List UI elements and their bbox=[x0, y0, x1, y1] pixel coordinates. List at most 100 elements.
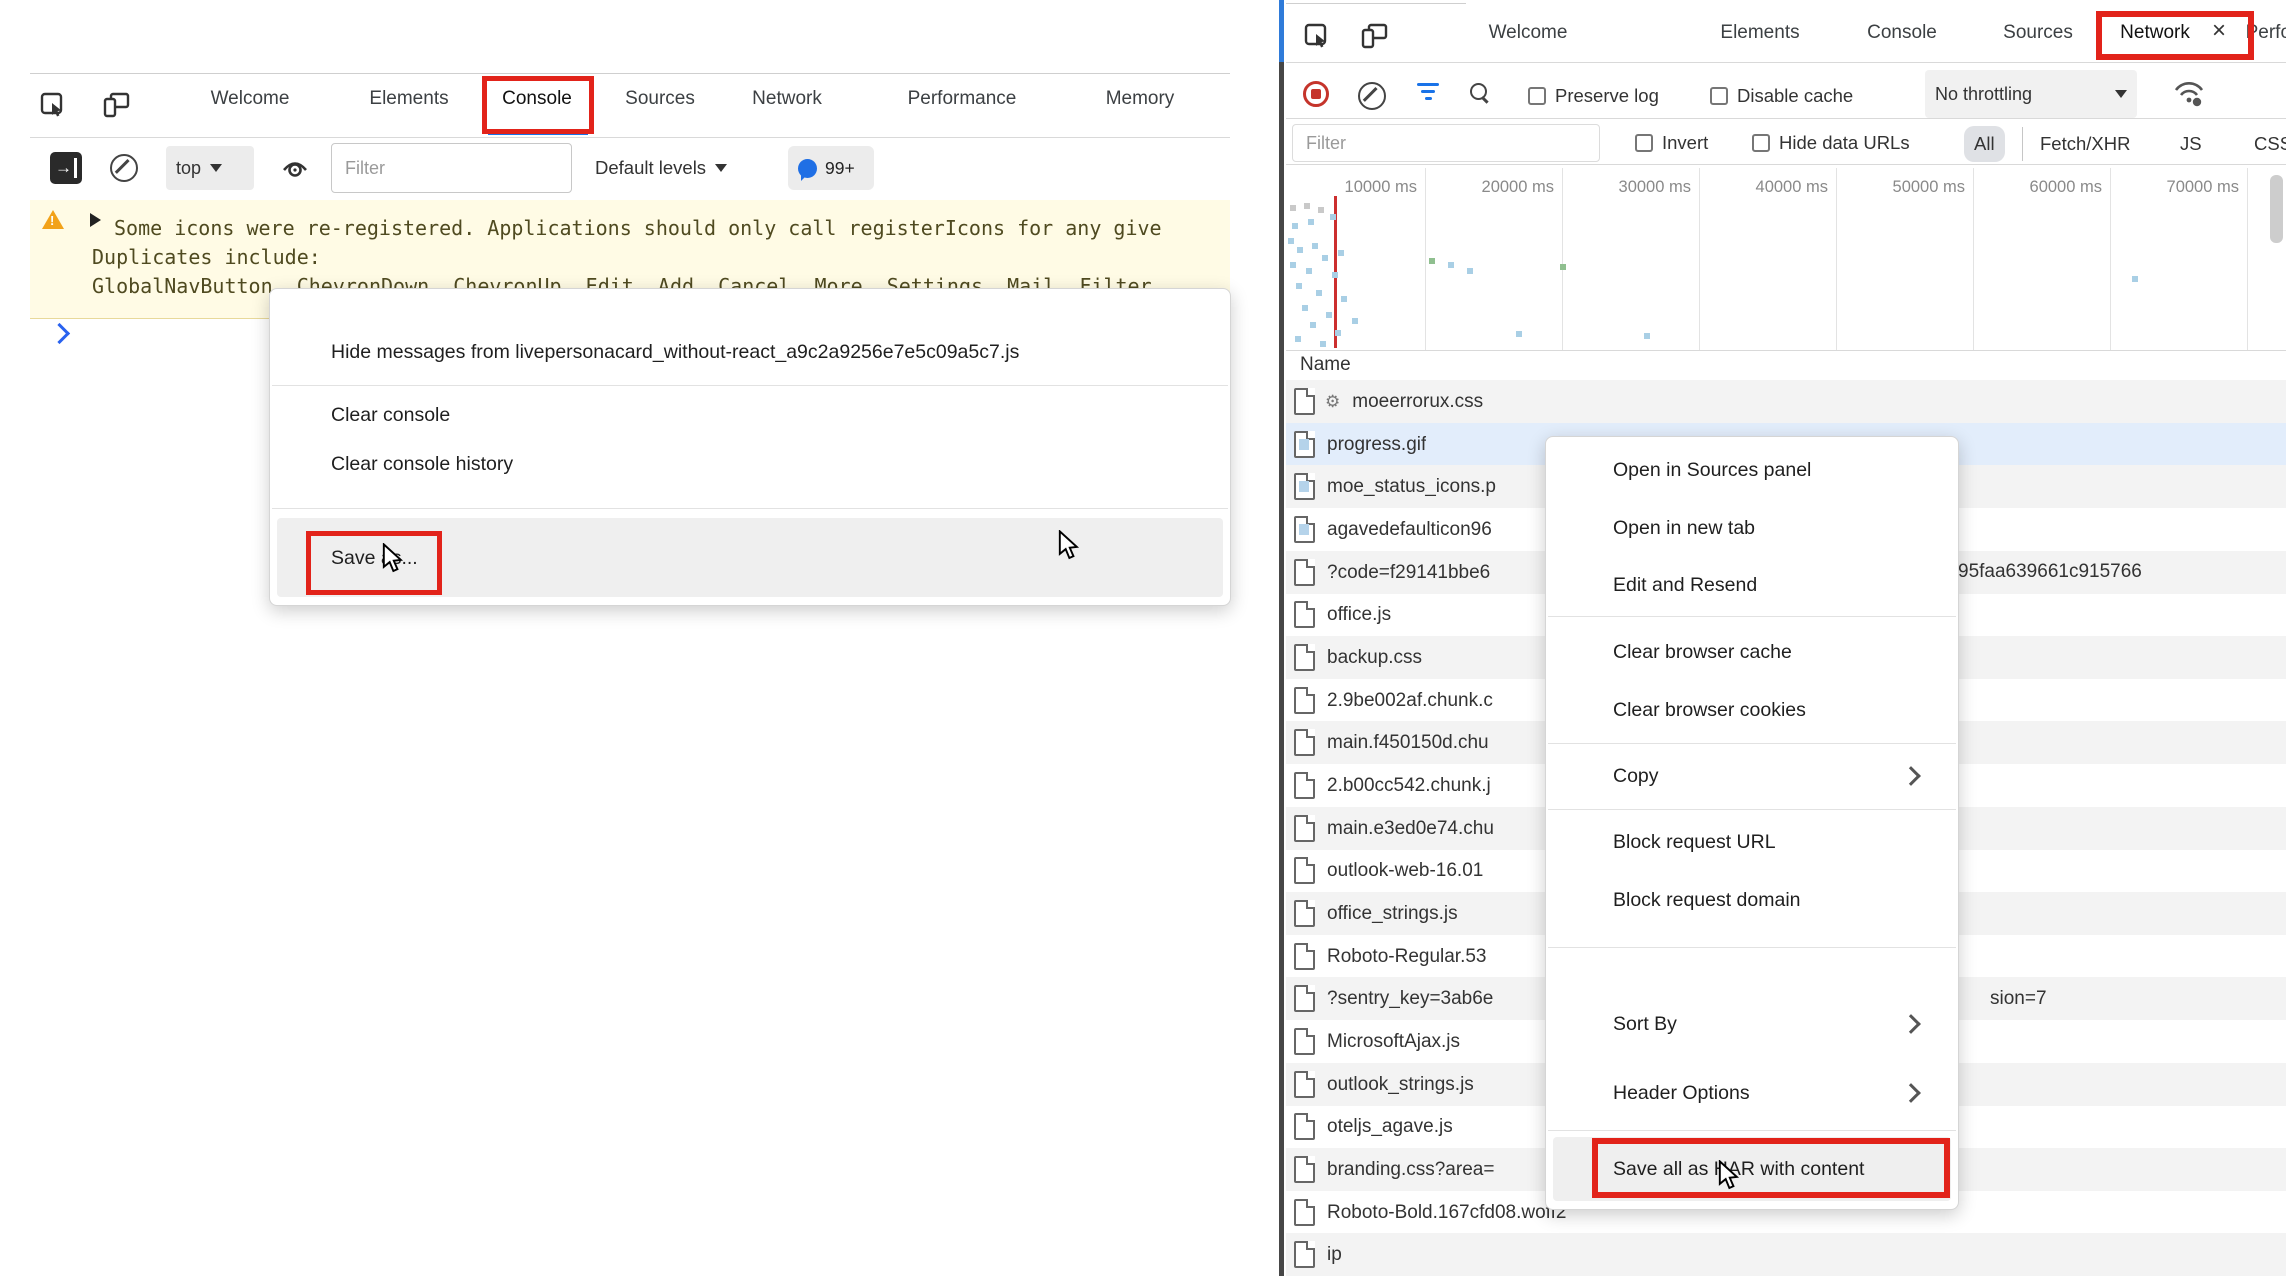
throttling-dropdown[interactable]: No throttling bbox=[1925, 70, 2137, 118]
inspect-icon[interactable] bbox=[38, 91, 68, 119]
menu-item-clear-browser-cache[interactable]: Clear browser cache bbox=[1546, 629, 1958, 675]
file-icon bbox=[1294, 601, 1315, 628]
issues-bubble-icon bbox=[798, 159, 817, 178]
expand-arrow-icon[interactable] bbox=[90, 213, 101, 227]
tab-performance[interactable]: Performance bbox=[908, 88, 1017, 110]
invert-label: Invert bbox=[1662, 132, 1708, 154]
checkbox-icon[interactable] bbox=[1635, 134, 1653, 152]
default-levels-label: Default levels bbox=[595, 157, 706, 179]
filter-type-all[interactable]: All bbox=[1964, 126, 2005, 162]
tick-label: 20000 ms bbox=[1414, 178, 1554, 197]
right-tabbar-border bbox=[1286, 62, 2286, 63]
tab-network[interactable]: Network bbox=[752, 88, 822, 110]
file-icon bbox=[1294, 985, 1315, 1012]
menu-separator bbox=[1548, 809, 1956, 810]
menu-item-edit-and-resend[interactable]: Edit and Resend bbox=[1546, 562, 1958, 608]
preserve-log-checkbox[interactable]: Preserve log bbox=[1528, 85, 1659, 107]
menu-item-clear-console[interactable]: Clear console bbox=[270, 392, 1230, 438]
tab-welcome[interactable]: Welcome bbox=[1489, 22, 1568, 44]
clear-icon[interactable] bbox=[1358, 82, 1386, 110]
request-name: ?code=f29141bbe6 bbox=[1327, 562, 1490, 584]
throttling-label: No throttling bbox=[1935, 84, 2032, 105]
menu-separator bbox=[272, 508, 1228, 509]
disable-cache-checkbox[interactable]: Disable cache bbox=[1710, 85, 1853, 107]
request-name: main.e3ed0e74.chu bbox=[1327, 818, 1494, 840]
left-panel-top-border bbox=[30, 73, 1230, 74]
request-name: office_strings.js bbox=[1327, 903, 1458, 925]
filter-type-js[interactable]: JS bbox=[2180, 133, 2202, 155]
record-icon[interactable] bbox=[1303, 81, 1329, 107]
request-name: oteljs_agave.js bbox=[1327, 1116, 1453, 1138]
filter-funnel-icon[interactable] bbox=[1416, 79, 1440, 105]
file-icon bbox=[1294, 900, 1315, 927]
file-icon bbox=[1294, 1199, 1315, 1226]
invert-checkbox[interactable]: Invert bbox=[1635, 132, 1708, 154]
checkbox-icon[interactable] bbox=[1528, 87, 1546, 105]
request-name: MicrosoftAjax.js bbox=[1327, 1031, 1460, 1053]
checkbox-icon[interactable] bbox=[1710, 87, 1728, 105]
tick-label: 60000 ms bbox=[1962, 178, 2102, 197]
console-sidebar-icon[interactable]: → bbox=[50, 152, 82, 184]
device-toolbar-icon[interactable] bbox=[1358, 22, 1390, 50]
menu-item-sort-by[interactable]: Sort By bbox=[1546, 1001, 1958, 1047]
gridline bbox=[2247, 168, 2248, 350]
console-prompt-icon[interactable] bbox=[49, 323, 70, 344]
menu-item-block-request-domain[interactable]: Block request domain bbox=[1546, 877, 1958, 923]
context-selector[interactable]: top bbox=[166, 146, 254, 190]
panel-divider[interactable] bbox=[1279, 62, 1284, 1276]
filter-type-fetch-xhr[interactable]: Fetch/XHR bbox=[2040, 133, 2130, 155]
menu-item-header-options[interactable]: Header Options bbox=[1546, 1070, 1958, 1116]
table-row[interactable]: ⚙moeerrorux.css bbox=[1286, 380, 2286, 423]
tab-sources[interactable]: Sources bbox=[2003, 22, 2073, 44]
tab-memory[interactable]: Memory bbox=[1106, 88, 1175, 110]
network-conditions-wifi-icon[interactable] bbox=[2172, 78, 2206, 108]
menu-item-clear-browser-cookies[interactable]: Clear browser cookies bbox=[1546, 687, 1958, 733]
request-name: moeerrorux.css bbox=[1352, 391, 1483, 413]
file-icon bbox=[1294, 1156, 1315, 1183]
column-header-name[interactable]: Name bbox=[1300, 354, 1351, 376]
table-row[interactable]: ip bbox=[1286, 1233, 2286, 1276]
file-icon bbox=[1294, 1241, 1315, 1268]
annotation-box-save-all-har bbox=[1592, 1138, 1950, 1198]
default-levels-dropdown[interactable]: Default levels bbox=[595, 146, 727, 190]
preserve-log-label: Preserve log bbox=[1555, 85, 1659, 107]
search-icon[interactable] bbox=[1470, 83, 1490, 103]
request-name: ip bbox=[1327, 1244, 1342, 1266]
inspect-icon[interactable] bbox=[1302, 22, 1332, 50]
request-url-fragment: 95faa639661c915766 bbox=[1958, 561, 2142, 583]
menu-separator bbox=[1548, 947, 1956, 948]
file-icon bbox=[1294, 644, 1315, 671]
scrollbar-thumb[interactable] bbox=[2270, 175, 2283, 243]
menu-item-clear-console-history[interactable]: Clear console history bbox=[270, 441, 1230, 487]
annotation-box-network-tab bbox=[2096, 11, 2254, 60]
menu-item-open-in-new-tab[interactable]: Open in new tab bbox=[1546, 505, 1958, 551]
network-filter-input[interactable]: Filter bbox=[1292, 124, 1600, 162]
file-icon bbox=[1294, 388, 1315, 415]
tab-elements[interactable]: Elements bbox=[369, 88, 448, 110]
request-name: Roboto-Bold.167cfd08.woff2 bbox=[1327, 1202, 1566, 1224]
device-toolbar-icon[interactable] bbox=[100, 91, 132, 119]
clear-console-icon[interactable] bbox=[110, 154, 138, 182]
file-icon bbox=[1294, 1028, 1315, 1055]
menu-item-open-in-sources[interactable]: Open in Sources panel bbox=[1546, 447, 1958, 493]
tab-welcome[interactable]: Welcome bbox=[211, 88, 290, 110]
file-icon bbox=[1294, 943, 1315, 970]
tab-sources[interactable]: Sources bbox=[625, 88, 695, 110]
tab-console[interactable]: Console bbox=[1867, 22, 1937, 44]
context-selector-label: top bbox=[176, 158, 201, 179]
network-context-menu: Open in Sources panel Open in new tab Ed… bbox=[1545, 436, 1959, 1210]
issues-counter[interactable]: 99+ bbox=[788, 146, 874, 190]
live-expression-eye-icon[interactable] bbox=[278, 152, 312, 184]
menu-item-copy[interactable]: Copy bbox=[1546, 753, 1958, 799]
checkbox-icon[interactable] bbox=[1752, 134, 1770, 152]
filter-type-css[interactable]: CSS bbox=[2254, 133, 2286, 155]
tick-label: 30000 ms bbox=[1551, 178, 1691, 197]
menu-item-hide-messages[interactable]: Hide messages from livepersonacard_witho… bbox=[270, 329, 1230, 375]
console-filter-input[interactable]: Filter bbox=[331, 143, 572, 193]
hide-data-urls-checkbox[interactable]: Hide data URLs bbox=[1752, 132, 1910, 154]
menu-item-block-request-url[interactable]: Block request URL bbox=[1546, 819, 1958, 865]
tab-elements[interactable]: Elements bbox=[1720, 22, 1799, 44]
file-icon bbox=[1294, 687, 1315, 714]
warning-line-2: Duplicates include: bbox=[92, 245, 321, 269]
disable-cache-label: Disable cache bbox=[1737, 85, 1853, 107]
